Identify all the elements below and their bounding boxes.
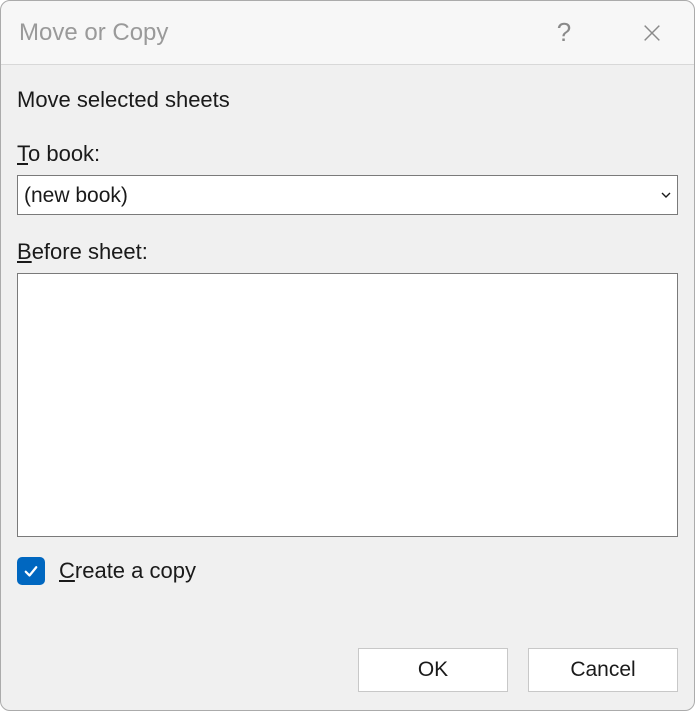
help-button[interactable]: ? bbox=[540, 9, 588, 57]
checkmark-icon bbox=[22, 562, 40, 580]
before-sheet-listbox[interactable] bbox=[17, 273, 678, 537]
to-book-label: To book: bbox=[17, 141, 678, 167]
button-row: OK Cancel bbox=[1, 648, 694, 710]
cancel-button[interactable]: Cancel bbox=[528, 648, 678, 692]
close-icon bbox=[641, 22, 663, 44]
help-icon: ? bbox=[557, 17, 571, 48]
create-copy-label[interactable]: Create a copy bbox=[59, 558, 196, 584]
section-heading: Move selected sheets bbox=[17, 87, 678, 113]
close-button[interactable] bbox=[628, 9, 676, 57]
titlebar: Move or Copy ? bbox=[1, 1, 694, 65]
to-book-select[interactable]: (new book) bbox=[17, 175, 678, 215]
dialog-title: Move or Copy bbox=[19, 19, 540, 47]
ok-button[interactable]: OK bbox=[358, 648, 508, 692]
to-book-select-wrap: (new book) bbox=[17, 175, 678, 215]
create-copy-row: Create a copy bbox=[17, 557, 678, 585]
move-or-copy-dialog: Move or Copy ? Move selected sheets To b… bbox=[0, 0, 695, 711]
dialog-content: Move selected sheets To book: (new book)… bbox=[1, 65, 694, 648]
before-sheet-label: Before sheet: bbox=[17, 239, 678, 265]
create-copy-checkbox[interactable] bbox=[17, 557, 45, 585]
